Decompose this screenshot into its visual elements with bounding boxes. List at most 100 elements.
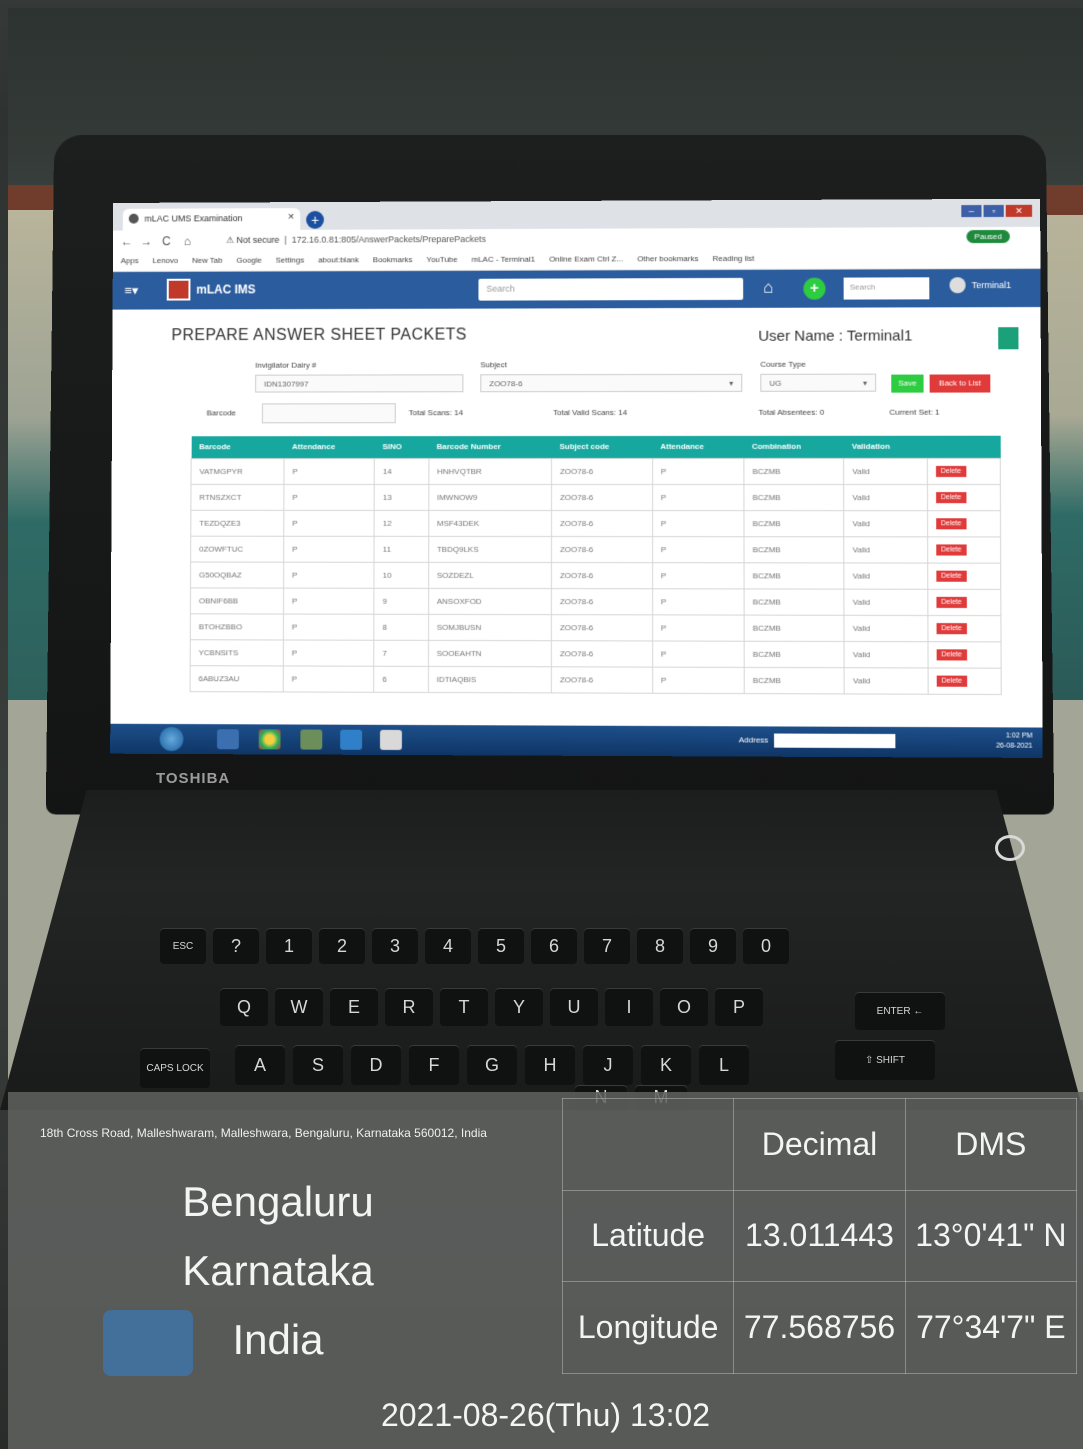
table-cell: 12: [374, 509, 429, 536]
delete-button[interactable]: Delete: [935, 517, 967, 529]
menu-icon[interactable]: ≡▾: [124, 283, 138, 299]
chrome-icon[interactable]: [258, 729, 281, 750]
invigilator-field[interactable]: IDN1307997: [255, 374, 464, 393]
clock-date: 26-08-2021: [996, 742, 1033, 750]
table-cell: P: [283, 665, 375, 692]
maximize-button[interactable]: ▫: [983, 204, 1004, 218]
table-cell: ZOO78-6: [551, 562, 653, 589]
bookmark-item[interactable]: Settings: [276, 256, 305, 267]
table-cell: P: [652, 588, 745, 615]
delete-cell: Delete: [927, 484, 1001, 511]
table-cell: TEZDQZE3: [190, 509, 284, 536]
bookmark-item[interactable]: Reading list: [713, 254, 755, 265]
secondary-search-input[interactable]: Search: [843, 277, 930, 300]
window-controls: – ▫ ✕: [961, 204, 1033, 218]
keyboard-key: Q: [220, 988, 268, 1026]
reload-icon[interactable]: C: [162, 234, 171, 248]
table-row: YCBNSITS P 7 SOOEAHTN ZOO78-6 P BCZMB Valid Dele…: [190, 639, 1002, 668]
course-type-select[interactable]: UG ▾: [760, 373, 877, 392]
back-to-list-button[interactable]: Back to List: [929, 374, 991, 393]
table-cell: P: [283, 535, 375, 562]
column-header: Subject code: [551, 435, 653, 459]
column-header: Validation: [843, 435, 927, 458]
taskbar-address-input[interactable]: [774, 733, 896, 749]
table-cell: 14: [374, 458, 429, 484]
avatar: [949, 277, 966, 294]
browser-tab[interactable]: mLAC UMS Examination ×: [122, 208, 301, 231]
bookmark-item[interactable]: YouTube: [426, 255, 457, 266]
coordinates-header-row: Decimal DMS: [561, 1098, 1078, 1191]
save-button[interactable]: Save: [891, 374, 924, 393]
table-cell: BCZMB: [743, 457, 844, 485]
table-cell: 13: [374, 483, 429, 510]
delete-button[interactable]: Delete: [936, 648, 967, 660]
back-icon[interactable]: ←: [121, 234, 133, 248]
delete-button[interactable]: Delete: [935, 465, 967, 477]
course-type-label: Course Type: [760, 359, 806, 369]
barcode-input[interactable]: [261, 403, 396, 424]
delete-cell: Delete: [927, 614, 1002, 642]
delete-button[interactable]: Delete: [936, 622, 967, 634]
longitude-label: Longitude: [561, 1281, 735, 1374]
page-title: PREPARE ANSWER SHEET PACKETS: [171, 326, 467, 345]
bookmark-item[interactable]: Other bookmarks: [637, 254, 698, 265]
bookmark-item[interactable]: Apps: [121, 256, 139, 267]
keyboard-key: P: [715, 988, 763, 1026]
forward-icon[interactable]: →: [140, 234, 152, 248]
start-button-icon[interactable]: [159, 726, 184, 752]
global-search-input[interactable]: Search: [478, 277, 744, 301]
internet-explorer-icon[interactable]: [340, 729, 363, 750]
app-home-icon[interactable]: ⌂: [763, 278, 773, 298]
bookmark-item[interactable]: New Tab: [192, 256, 223, 267]
system-clock[interactable]: 1:02 PM 26-08-2021: [996, 731, 1033, 751]
latitude-decimal: 13.011443: [733, 1189, 906, 1283]
user-menu[interactable]: Terminal1: [949, 277, 1011, 294]
folder-icon[interactable]: [379, 729, 402, 751]
subject-select[interactable]: ZOO78-6 ▾: [480, 373, 743, 393]
delete-button[interactable]: Delete: [935, 570, 967, 582]
table-row: BTOHZBBO P 8 SOMJBUSN ZOO78-6 P BCZMB Valid Dele…: [190, 613, 1002, 642]
new-tab-button[interactable]: +: [306, 210, 324, 229]
url-field[interactable]: ⚠ Not secure | 172.16.0.81:805/AnswerPac…: [226, 234, 486, 246]
delete-button[interactable]: Delete: [935, 491, 967, 503]
bookmark-item[interactable]: Google: [236, 256, 261, 267]
delete-button[interactable]: Delete: [935, 543, 967, 556]
delete-cell: Delete: [927, 562, 1001, 589]
profile-button[interactable]: Paused: [966, 229, 1010, 244]
bookmark-item[interactable]: mLAC - Terminal1: [472, 255, 536, 266]
media-player-icon[interactable]: [300, 729, 323, 750]
app-logo: mLAC IMS: [166, 278, 256, 301]
explorer-icon[interactable]: [217, 729, 239, 750]
keyboard-key: I: [605, 988, 653, 1026]
bookmark-item[interactable]: about:blank: [318, 255, 359, 266]
delete-button[interactable]: Delete: [936, 675, 968, 687]
table-cell: Valid: [844, 640, 928, 668]
table-cell: BCZMB: [743, 510, 845, 537]
table-row: TEZDQZE3 P 12 MSF43DEK ZOO78-6 P BCZMB Valid Del…: [190, 509, 1001, 537]
delete-button[interactable]: Delete: [936, 596, 967, 608]
subject-value: ZOO78-6: [489, 379, 523, 389]
geo-country: India: [232, 1316, 324, 1363]
user-name-label: User Name : Terminal1: [758, 327, 913, 345]
close-window-button[interactable]: ✕: [1005, 204, 1033, 217]
bookmark-item[interactable]: Lenovo: [152, 256, 178, 267]
table-cell: 11: [374, 535, 429, 562]
keyboard-key: 9: [690, 928, 736, 964]
tab-favicon-icon: [128, 213, 139, 224]
home-icon[interactable]: ⌂: [184, 234, 191, 248]
minimize-button[interactable]: –: [961, 205, 982, 218]
tab-close-icon[interactable]: ×: [288, 211, 294, 223]
bookmark-item[interactable]: Bookmarks: [373, 255, 413, 266]
table-cell: ZOO78-6: [551, 666, 653, 693]
table-cell: HNHVQTBR: [428, 458, 552, 484]
table-cell: BCZMB: [743, 484, 844, 511]
table-cell: P: [652, 484, 744, 511]
table-cell: P: [283, 561, 375, 588]
clock-time: 1:02 PM: [1005, 732, 1033, 740]
table-cell: P: [652, 510, 744, 537]
bookmark-item[interactable]: Online Exam Ctrl Z...: [549, 254, 623, 265]
add-icon[interactable]: +: [803, 277, 826, 300]
table-cell: ZOO78-6: [551, 457, 653, 485]
table-cell: IDTIAQBIS: [428, 665, 552, 693]
longitude-dms: 77°34'7" E: [904, 1281, 1078, 1374]
